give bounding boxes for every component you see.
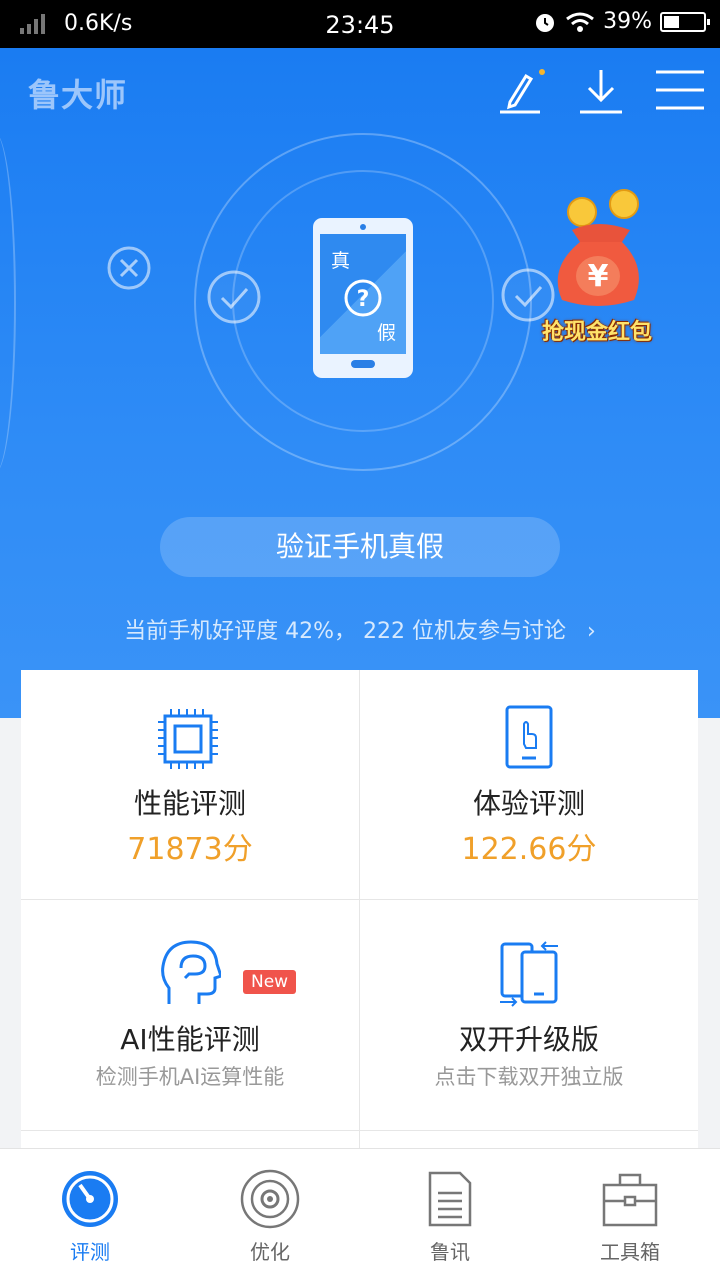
feature-grid: 性能评测 71873分 体验评测 122.66分 New AI性能评测 检测手机… [21,670,698,1150]
bottom-tab-bar: 评测 优化 鲁讯 工具箱 [0,1148,720,1281]
rating-link[interactable]: 当前手机好评度 42%， 222 位机友参与讨论 › [0,613,720,645]
speedometer-icon [62,1171,118,1227]
rating-text: 当前手机好评度 42%， 222 位机友参与讨论 [124,619,567,644]
dual-phone-icon [500,941,558,1007]
document-icon [428,1171,472,1227]
phone-fake-label: 假 [377,322,397,344]
card-score: 71873分 [127,832,253,867]
phone-touch-icon [505,705,553,769]
ai-performance-card[interactable]: New AI性能评测 检测手机AI运算性能 [21,900,359,1130]
svg-text:¥: ¥ [588,259,609,294]
question-icon: ? [344,279,382,317]
battery-percent: 39% [603,9,652,34]
card-title: 性能评测 [133,787,246,820]
cpu-chip-icon [158,709,218,769]
verify-phone-button[interactable]: 验证手机真假 [160,517,560,577]
disc-icon [240,1169,300,1229]
edit-button[interactable] [496,66,548,116]
tab-news[interactable]: 鲁讯 [360,1149,540,1281]
card-title: AI性能评测 [120,1023,260,1056]
chevron-right-icon: › [587,619,596,644]
tab-label: 评测 [70,1240,110,1264]
phone-true-label: 真 [331,250,351,272]
tab-label: 鲁讯 [430,1240,470,1264]
tab-optimize[interactable]: 优化 [180,1149,360,1281]
ai-head-icon [161,940,221,1004]
tab-label: 工具箱 [600,1240,660,1264]
performance-test-card[interactable]: 性能评测 71873分 [21,670,359,900]
tab-benchmark[interactable]: 评测 [0,1149,180,1281]
battery-icon [660,11,710,32]
card-title: 双开升级版 [458,1023,599,1056]
card-title: 体验评测 [472,787,585,820]
tab-label: 优化 [250,1240,290,1264]
status-bar: 0.6K/s 23:45 39% [0,0,720,48]
tab-toolbox[interactable]: 工具箱 [540,1149,720,1281]
divider [21,1130,698,1131]
left-arc [0,133,16,473]
card-subtitle: 点击下载双开独立版 [434,1065,624,1089]
experience-test-card[interactable]: 体验评测 122.66分 [360,670,698,900]
cross-icon [107,246,151,290]
wifi-icon [566,12,595,32]
new-badge: New [243,970,297,994]
svg-text:?: ? [357,287,370,312]
hero-section: 鲁大师 真 假 ? ¥ 抢现金红包 验证手机真假 当前手机好评度 42%， 22… [0,48,720,718]
card-subtitle: 检测手机AI运算性能 [95,1065,285,1089]
menu-button[interactable] [654,66,706,116]
alarm-icon [536,13,555,32]
app-logo: 鲁大师 [28,76,128,114]
pen-icon [500,69,545,114]
toolbox-icon [602,1173,658,1227]
download-icon [580,70,622,114]
red-packet-label: 抢现金红包 [542,320,653,345]
check-icon [207,270,261,324]
dual-app-card[interactable]: 双开升级版 点击下载双开独立版 [360,900,698,1130]
card-score: 122.66分 [461,832,597,867]
red-packet-promo[interactable]: ¥ 抢现金红包 [538,188,678,348]
money-bag-icon: ¥ [557,189,639,306]
download-button[interactable] [576,66,628,116]
phone-illustration: 真 假 ? [313,218,413,378]
hamburger-icon [656,70,704,110]
